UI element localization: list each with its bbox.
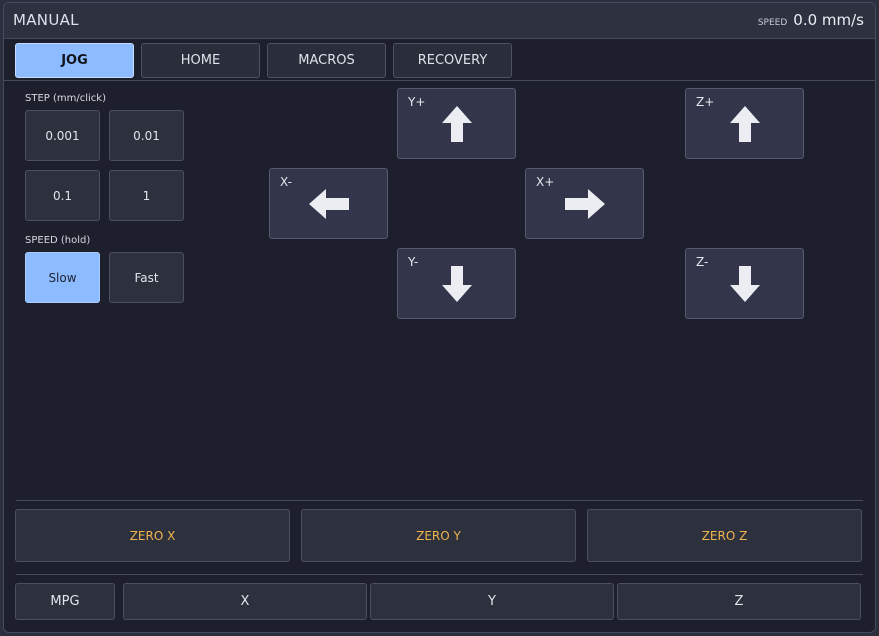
jog-z-plus-label: Z+	[696, 95, 715, 109]
speed-slow-button[interactable]: Slow	[25, 252, 100, 303]
arrow-down-icon	[729, 265, 760, 302]
tab-home[interactable]: HOME	[141, 43, 260, 78]
jog-y-plus-button[interactable]: Y+	[397, 88, 516, 159]
mpg-button[interactable]: MPG	[15, 583, 115, 620]
jog-z-minus-label: Z-	[696, 255, 709, 269]
speed-readout: SPEED 0.0 mm/s	[758, 11, 864, 29]
step-button-1[interactable]: 1	[109, 170, 184, 221]
tab-jog[interactable]: JOG	[15, 43, 134, 78]
jog-y-plus-label: Y+	[408, 95, 426, 109]
jog-z-plus-button[interactable]: Z+	[685, 88, 804, 159]
mpg-axis-y-button[interactable]: Y	[370, 583, 614, 620]
speed-readout-value: 0.0 mm/s	[793, 11, 864, 29]
divider	[16, 574, 863, 575]
panel-title: MANUAL	[13, 11, 79, 29]
tab-macros[interactable]: MACROS	[267, 43, 386, 78]
title-bar: MANUAL SPEED 0.0 mm/s	[4, 3, 875, 39]
zero-z-button[interactable]: ZERO Z	[587, 509, 862, 562]
jog-x-minus-label: X-	[280, 175, 292, 189]
step-button-0.001[interactable]: 0.001	[25, 110, 100, 161]
jog-y-minus-button[interactable]: Y-	[397, 248, 516, 319]
arrow-down-icon	[441, 265, 472, 302]
arrow-up-icon	[729, 105, 760, 142]
mpg-axis-z-button[interactable]: Z	[617, 583, 861, 620]
jog-x-minus-button[interactable]: X-	[269, 168, 388, 239]
zero-y-button[interactable]: ZERO Y	[301, 509, 576, 562]
step-section-label: STEP (mm/click)	[25, 93, 106, 104]
divider	[16, 500, 863, 501]
mpg-axis-x-button[interactable]: X	[123, 583, 367, 620]
jog-z-minus-button[interactable]: Z-	[685, 248, 804, 319]
speed-section-label: SPEED (hold)	[25, 235, 91, 246]
step-button-0.01[interactable]: 0.01	[109, 110, 184, 161]
tab-bar: JOG HOME MACROS RECOVERY	[4, 39, 875, 81]
zero-x-button[interactable]: ZERO X	[15, 509, 290, 562]
speed-readout-label: SPEED	[757, 18, 788, 28]
speed-fast-button[interactable]: Fast	[109, 252, 184, 303]
tab-recovery[interactable]: RECOVERY	[393, 43, 512, 78]
jog-x-plus-label: X+	[536, 175, 555, 189]
jog-x-plus-button[interactable]: X+	[525, 168, 644, 239]
manual-panel: MANUAL SPEED 0.0 mm/s JOG HOME MACROS RE…	[3, 2, 876, 633]
arrow-right-icon	[564, 188, 605, 219]
arrow-left-icon	[308, 188, 349, 219]
jog-y-minus-label: Y-	[408, 255, 419, 269]
arrow-up-icon	[441, 105, 472, 142]
step-button-0.1[interactable]: 0.1	[25, 170, 100, 221]
